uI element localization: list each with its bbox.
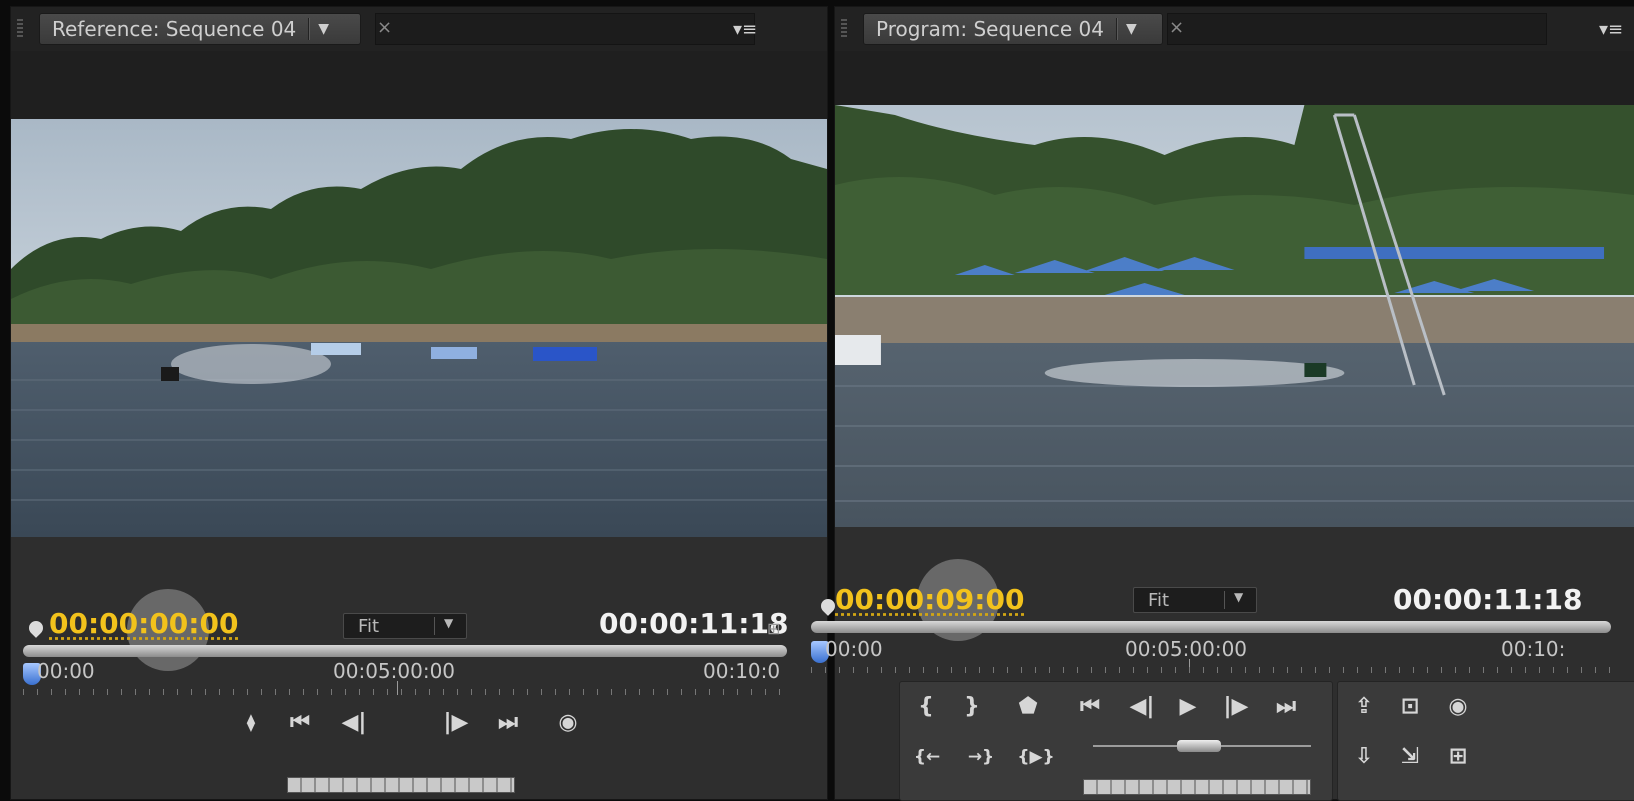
go-to-in-point-icon[interactable]: {←	[905, 745, 949, 769]
program-panel-header: Program: Sequence 04 ▼ × ▾≡	[835, 7, 1634, 52]
reference-video-image	[11, 119, 827, 537]
tab-bar-filler	[1167, 13, 1547, 45]
output-icon[interactable]: ◉	[1441, 695, 1475, 719]
close-icon[interactable]: ×	[377, 17, 392, 38]
program-monitor-panel: Program: Sequence 04 ▼ × ▾≡ 00:00:09:00 …	[811, 6, 1634, 801]
settings-icon[interactable]: ⊞	[767, 619, 780, 638]
ruler-ticks	[23, 689, 787, 695]
reference-tab[interactable]: Reference: Sequence 04 ▼	[39, 13, 361, 45]
program-jog-wheel[interactable]	[1083, 779, 1311, 795]
program-tab[interactable]: Program: Sequence 04 ▼	[863, 13, 1163, 45]
ruler-label: 00:10:	[1501, 637, 1566, 661]
program-video-image	[835, 105, 1634, 527]
reference-panel-header: Reference: Sequence 04 ▼ × × ▾≡	[11, 7, 827, 52]
play-icon[interactable]: ▶	[1171, 695, 1205, 719]
reference-letterbox-top	[11, 51, 827, 119]
program-zoom-select[interactable]: Fit ▼	[1133, 587, 1257, 613]
close-icon[interactable]: ×	[1169, 17, 1184, 38]
program-time-ruler[interactable]: 00:00 00:05:00:00 00:10:	[811, 637, 1611, 677]
add-marker-icon[interactable]: ⬟	[1011, 695, 1045, 719]
ruler-label: 00:05:00:00	[333, 659, 456, 683]
reference-scrubber-bar[interactable]	[23, 645, 787, 657]
multicam-icon[interactable]: ⊞	[1441, 745, 1475, 769]
chevron-down-icon: ▼	[444, 616, 454, 630]
zoom-select-value: Fit	[358, 615, 380, 637]
program-scrubber-bar[interactable]	[811, 621, 1611, 633]
ruler-label: 00:00	[37, 659, 95, 683]
mark-out-icon[interactable]: }	[955, 695, 989, 719]
extract-icon[interactable]: ⇩	[1347, 745, 1381, 769]
zoom-select-value: Fit	[1148, 589, 1170, 611]
trim-icon[interactable]: ⇲	[1393, 745, 1427, 769]
reference-monitor-panel: Reference: Sequence 04 ▼ × × ▾≡	[10, 6, 828, 800]
tab-dropdown-icon[interactable]: ▼	[1126, 21, 1137, 37]
panel-menu-icon[interactable]: ▾≡	[733, 19, 757, 40]
ruler-label: 00:05:00:00	[1125, 637, 1248, 661]
safe-margins-icon[interactable]: ⊡	[1393, 695, 1427, 719]
step-forward-icon[interactable]: |▶	[1219, 695, 1253, 719]
panel-menu-icon[interactable]: ▾≡	[1599, 19, 1623, 40]
reference-duration-timecode: 00:00:11:18	[599, 607, 789, 640]
go-to-in-icon[interactable]: ⏮	[1073, 695, 1107, 719]
go-to-out-icon[interactable]: ⏭	[491, 711, 525, 735]
edit-controls-group	[1337, 681, 1634, 801]
go-to-out-point-icon[interactable]: →}	[959, 745, 1003, 769]
tab-separator	[308, 18, 311, 40]
panel-grip-icon[interactable]	[841, 19, 847, 39]
lift-icon[interactable]: ⇪	[1347, 695, 1381, 719]
program-current-timecode[interactable]: 00:00:09:00	[835, 583, 1024, 616]
step-back-icon[interactable]: ◀|	[337, 711, 371, 735]
output-icon[interactable]: ◉	[551, 711, 585, 735]
mark-in-icon[interactable]: {	[909, 695, 943, 719]
reference-zoom-select[interactable]: Fit ▼	[343, 613, 467, 639]
reference-time-ruler[interactable]: 00:00 00:05:00:00 00:10:0	[23, 659, 787, 699]
tab-separator	[1115, 18, 1118, 40]
select-separator	[434, 617, 435, 635]
chevron-down-icon: ▼	[1234, 590, 1244, 604]
ruler-label: 00:00	[825, 637, 883, 661]
program-duration-timecode: 00:00:11:18	[1393, 583, 1583, 616]
ruler-ticks	[811, 667, 1611, 673]
step-back-icon[interactable]: ◀|	[1125, 695, 1159, 719]
tab-dropdown-icon[interactable]: ▼	[318, 21, 329, 37]
select-separator	[1224, 591, 1225, 609]
reference-current-timecode[interactable]: 00:00:00:00	[49, 607, 238, 640]
reference-tab-title: Reference: Sequence 04	[52, 17, 297, 41]
reference-jog-wheel[interactable]	[287, 777, 515, 793]
marker-gang-icon[interactable]: ⧫	[227, 711, 275, 735]
go-to-out-icon[interactable]: ⏭	[1269, 695, 1303, 719]
program-letterbox-top	[835, 51, 1634, 105]
reference-video-frame	[11, 119, 827, 537]
program-tab-title: Program: Sequence 04	[876, 17, 1104, 41]
go-to-in-icon[interactable]: ⏮	[283, 711, 317, 735]
program-video-frame	[835, 105, 1634, 527]
shuttle-knob[interactable]	[1177, 740, 1221, 752]
tab-bar-filler	[375, 13, 755, 45]
step-forward-icon[interactable]: |▶	[439, 711, 473, 735]
play-in-to-out-icon[interactable]: {▶}	[1011, 745, 1061, 769]
panel-grip-icon[interactable]	[17, 19, 23, 39]
ruler-label: 00:10:0	[703, 659, 781, 683]
